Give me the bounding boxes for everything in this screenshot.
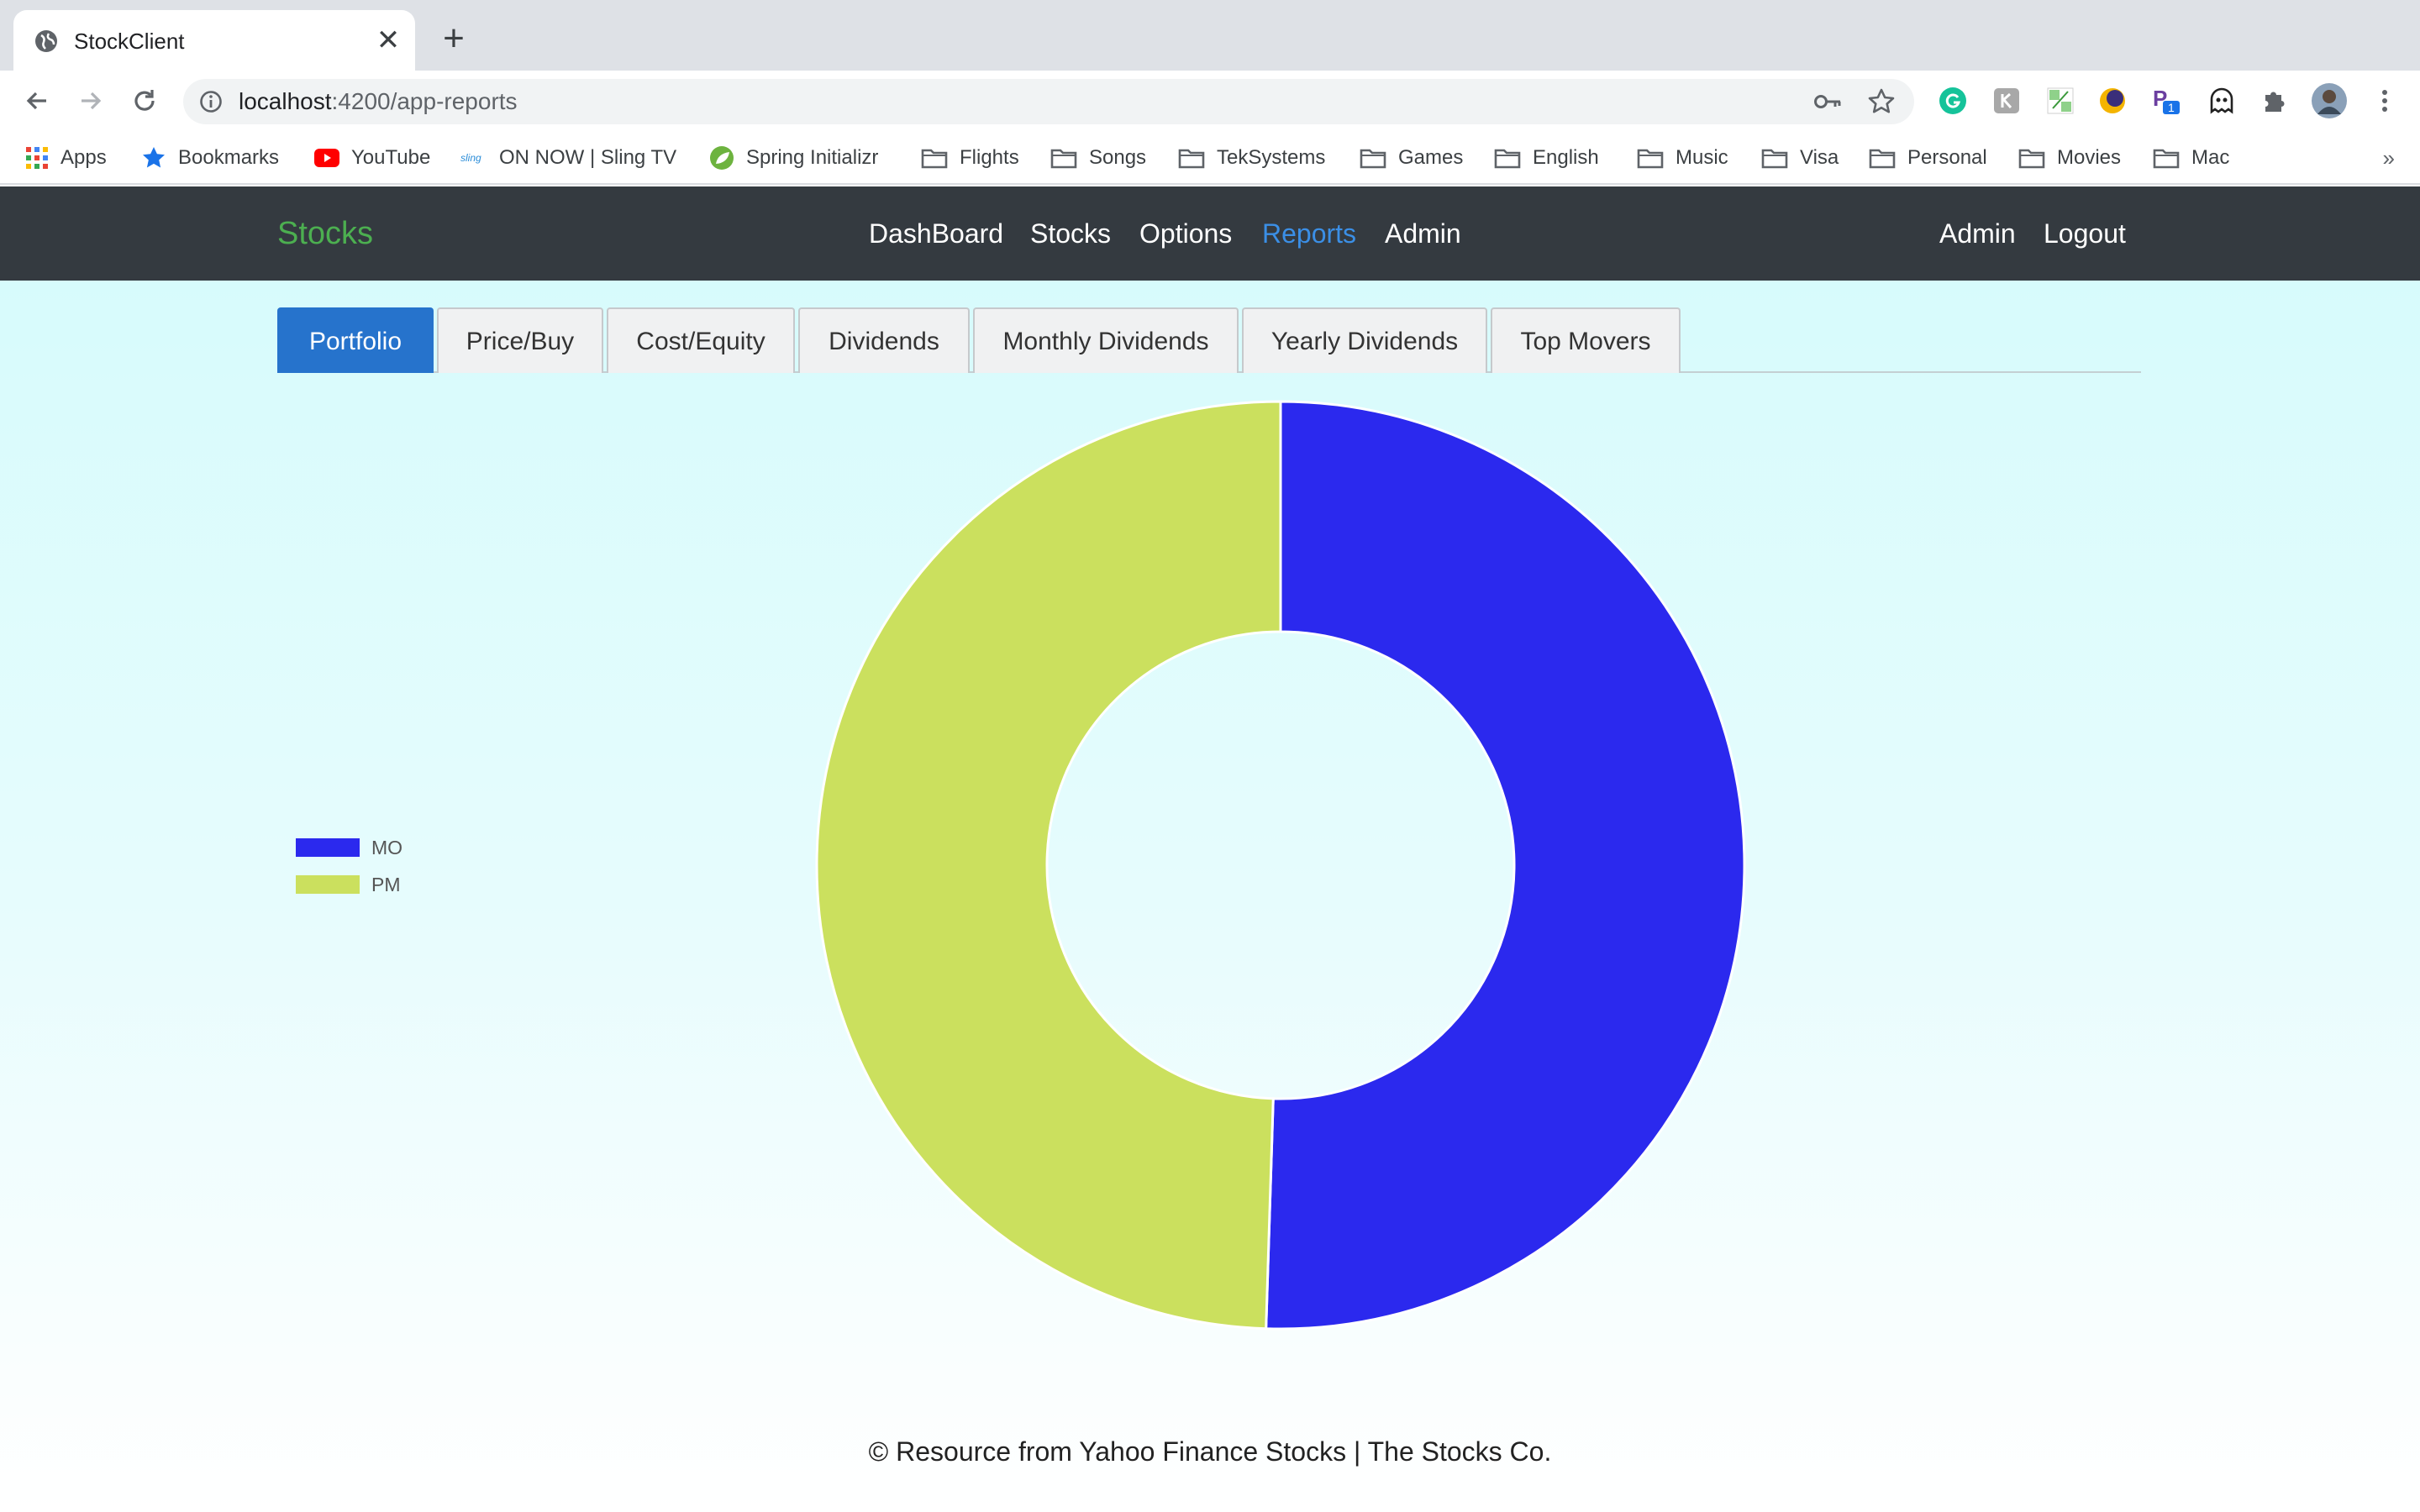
bookmark-label: English xyxy=(1533,146,1599,169)
ghost-extension-icon[interactable] xyxy=(2207,86,2237,116)
more-bookmarks-chevron-icon[interactable]: » xyxy=(2383,131,2395,185)
address-bar[interactable]: localhost:4200/app-reports xyxy=(183,79,1914,124)
bookmark-folder[interactable]: Games xyxy=(1360,131,1463,185)
folder-icon xyxy=(921,149,948,169)
info-icon[interactable] xyxy=(198,89,224,114)
folder-icon xyxy=(1360,149,1386,169)
legend-item-mo[interactable]: MO xyxy=(296,835,402,860)
nav-dashboard[interactable]: DashBoard xyxy=(869,186,1003,281)
tab-title: StockClient xyxy=(74,29,185,54)
bookmark-label: Spring Initializr xyxy=(746,146,879,169)
url-host: localhost xyxy=(239,88,332,114)
bookmark-folder[interactable]: Music xyxy=(1637,131,1728,185)
brand-logo[interactable]: Stocks xyxy=(277,186,373,281)
bookmark-spring-initializr[interactable]: Spring Initializr xyxy=(709,131,878,185)
sheet-extension-icon[interactable] xyxy=(2045,86,2075,116)
bookmark-label: ON NOW | Sling TV xyxy=(499,146,677,169)
bookmark-folder[interactable]: English xyxy=(1494,131,1599,185)
legend-item-pm[interactable]: PM xyxy=(296,872,401,897)
new-tab-button[interactable]: + xyxy=(434,18,474,59)
bookmark-youtube[interactable]: YouTube xyxy=(314,131,430,185)
bookmark-label: Visa xyxy=(1800,146,1839,169)
bookmark-label: TekSystems xyxy=(1217,146,1326,169)
user-admin-link[interactable]: Admin xyxy=(1939,186,2016,281)
bookmark-label: Songs xyxy=(1089,146,1147,169)
bookmark-label: Music xyxy=(1676,146,1728,169)
bookmark-folder[interactable]: Personal xyxy=(1869,131,1987,185)
legend-swatch xyxy=(296,875,360,894)
arrow-right-icon xyxy=(82,92,102,110)
url-text[interactable]: localhost:4200/app-reports xyxy=(239,79,518,124)
bookmark-label: Games xyxy=(1398,146,1464,169)
folder-icon xyxy=(1050,149,1077,169)
nav-admin[interactable]: Admin xyxy=(1385,186,1461,281)
bookmark-label: Personal xyxy=(1907,146,1987,169)
bookmark-label: Flights xyxy=(960,146,1019,169)
browser-tab-strip: StockClient ✕ + xyxy=(0,0,2420,71)
bookmark-bookmarks[interactable]: Bookmarks xyxy=(141,131,279,185)
folder-icon xyxy=(1178,149,1205,169)
folder-icon xyxy=(1494,149,1521,169)
folder-icon xyxy=(2018,149,2045,169)
bookmark-folder[interactable]: Mac xyxy=(2153,131,2229,185)
sling-icon: sling xyxy=(460,152,481,164)
close-tab-icon[interactable]: ✕ xyxy=(370,22,407,59)
apps-grid-icon xyxy=(26,147,48,169)
browser-tab[interactable]: StockClient ✕ xyxy=(13,10,415,71)
browser-toolbar: localhost:4200/app-reports P1 xyxy=(0,71,2420,131)
logout-link[interactable]: Logout xyxy=(2044,186,2126,281)
nav-stocks[interactable]: Stocks xyxy=(1030,186,1111,281)
profile-avatar[interactable] xyxy=(2311,82,2348,119)
page-footer: © Resource from Yahoo Finance Stocks | T… xyxy=(868,1436,1552,1467)
app-navbar: Stocks DashBoard Stocks Options Reports … xyxy=(0,186,2420,281)
bookmark-folder[interactable]: Flights xyxy=(921,131,1019,185)
spring-leaf-icon xyxy=(710,146,734,170)
bookmark-label: Mac xyxy=(2191,146,2230,169)
folder-icon xyxy=(2153,149,2180,169)
legend-label: PM xyxy=(371,873,401,895)
forward-button[interactable] xyxy=(72,82,109,119)
bookmark-label: Movies xyxy=(2057,146,2122,169)
bookmark-label: Bookmarks xyxy=(178,146,280,169)
folder-icon xyxy=(1761,149,1788,169)
reload-button[interactable] xyxy=(126,82,163,119)
bookmark-folder[interactable]: Movies xyxy=(2018,131,2121,185)
donut-slice-pm[interactable] xyxy=(815,400,1282,1331)
donut-slice-mo[interactable] xyxy=(1265,400,1746,1331)
bookmark-label: YouTube xyxy=(351,146,431,169)
arrow-left-icon xyxy=(26,92,46,110)
extension-badge: 1 xyxy=(2168,101,2175,114)
svg-text:sling: sling xyxy=(460,152,481,164)
legend-label: MO xyxy=(371,836,403,858)
reload-icon xyxy=(134,90,155,111)
bookmarks-bar: Apps Bookmarks YouTube sling ON NOW | Sl… xyxy=(0,131,2420,185)
reports-page: Portfolio Price/Buy Cost/Equity Dividend… xyxy=(0,281,2420,1512)
puzzle-extensions-icon[interactable] xyxy=(2259,86,2289,116)
youtube-icon xyxy=(314,149,339,167)
url-path: :4200/app-reports xyxy=(331,88,518,114)
key-icon[interactable] xyxy=(1813,89,1842,114)
star-icon xyxy=(143,147,165,168)
p-extension-icon[interactable]: P1 xyxy=(2151,86,2181,116)
grammarly-extension-icon[interactable] xyxy=(1938,86,1968,116)
moon-extension-icon[interactable] xyxy=(2097,86,2128,116)
bookmark-folder[interactable]: Songs xyxy=(1050,131,1146,185)
globe-icon xyxy=(35,30,57,52)
extension-icon[interactable] xyxy=(1991,86,2022,116)
nav-reports[interactable]: Reports xyxy=(1262,186,1356,281)
bookmark-apps[interactable]: Apps xyxy=(25,131,107,185)
bookmark-sling[interactable]: sling ON NOW | Sling TV xyxy=(460,131,676,185)
bookmark-folder[interactable]: Visa xyxy=(1761,131,1839,185)
folder-icon xyxy=(1637,149,1664,169)
back-button[interactable] xyxy=(18,82,55,119)
bookmark-label: Apps xyxy=(60,146,107,169)
bookmark-folder[interactable]: TekSystems xyxy=(1178,131,1325,185)
bookmark-star-icon[interactable] xyxy=(1867,87,1896,116)
nav-options[interactable]: Options xyxy=(1139,186,1232,281)
folder-icon xyxy=(1869,149,1896,169)
legend-swatch xyxy=(296,838,360,857)
menu-dots-icon[interactable] xyxy=(2370,86,2400,116)
